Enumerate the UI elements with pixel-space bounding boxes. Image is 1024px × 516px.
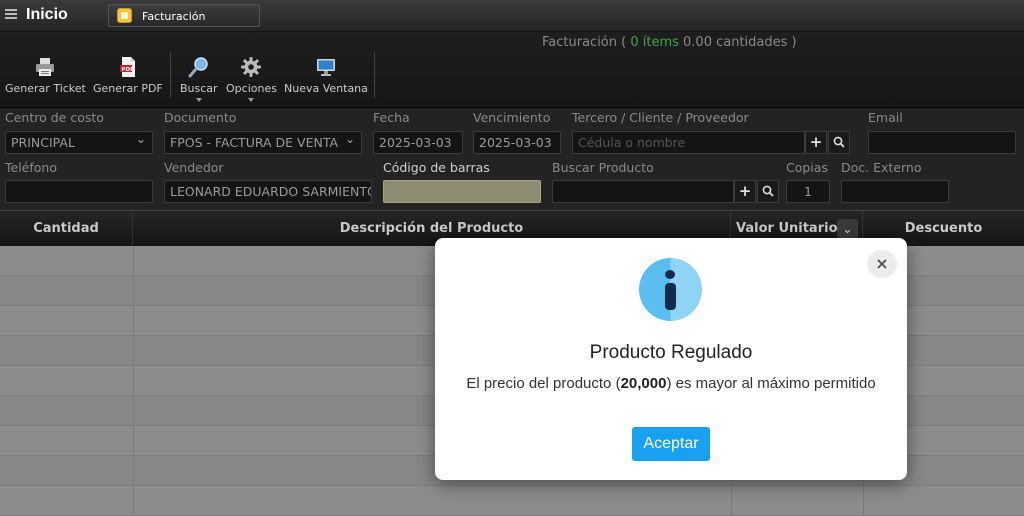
search-label: Buscar bbox=[180, 82, 218, 95]
new-window-button[interactable]: Nueva Ventana bbox=[284, 56, 368, 95]
accept-button[interactable]: Aceptar bbox=[632, 427, 710, 461]
chevron-down-icon bbox=[248, 98, 255, 102]
home-title[interactable]: Inicio bbox=[26, 6, 68, 24]
cost-center-select[interactable]: PRINCIPAL bbox=[5, 131, 153, 154]
phone-field[interactable] bbox=[5, 180, 153, 203]
tab-facturacion[interactable]: Facturación bbox=[108, 4, 260, 27]
monitor-icon bbox=[316, 59, 335, 76]
new-window-label: Nueva Ventana bbox=[284, 82, 368, 95]
product-search-label: Buscar Producto bbox=[552, 160, 654, 175]
seller-label: Vendedor bbox=[164, 160, 224, 175]
tab-label: Facturación bbox=[142, 10, 206, 23]
cost-center-label: Centro de costo bbox=[5, 110, 104, 125]
generate-pdf-button[interactable]: PDF Generar PDF bbox=[93, 56, 163, 95]
svg-text:PDF: PDF bbox=[121, 67, 134, 73]
dialog-message: El precio del producto (20,000) es mayor… bbox=[435, 375, 907, 392]
search-icon bbox=[762, 185, 774, 197]
top-bar: Inicio Facturación bbox=[0, 0, 1024, 32]
document-label: Documento bbox=[164, 110, 237, 125]
phone-label: Teléfono bbox=[5, 160, 57, 175]
table-row[interactable] bbox=[0, 486, 1024, 516]
add-third-party-button[interactable]: + bbox=[805, 131, 827, 154]
gear-icon bbox=[241, 57, 262, 77]
product-search-input[interactable] bbox=[552, 180, 734, 203]
magnifier-icon bbox=[188, 57, 208, 78]
info-icon bbox=[639, 258, 702, 321]
alert-dialog: × Producto Regulado El precio del produc… bbox=[435, 238, 907, 480]
toolbar-divider bbox=[170, 52, 171, 98]
external-doc-label: Doc. Externo bbox=[841, 160, 922, 175]
due-date-label: Vencimiento bbox=[473, 110, 551, 125]
column-divider bbox=[133, 246, 134, 515]
column-quantity[interactable]: Cantidad bbox=[0, 211, 133, 247]
document-select[interactable]: FPOS - FACTURA DE VENTA bbox=[164, 131, 362, 154]
third-party-input[interactable]: Cédula o nombre bbox=[572, 131, 805, 154]
menu-icon[interactable] bbox=[5, 9, 17, 21]
toolbar-divider bbox=[374, 52, 375, 98]
search-third-party-button[interactable] bbox=[828, 131, 850, 154]
search-product-button[interactable] bbox=[757, 180, 779, 203]
date-field[interactable]: 2025-03-03 bbox=[373, 131, 463, 154]
email-label: Email bbox=[868, 110, 903, 125]
seller-field[interactable]: LEONARD EDUARDO SARMIENTO bbox=[164, 180, 372, 203]
pdf-icon: PDF bbox=[119, 57, 135, 77]
date-label: Fecha bbox=[373, 110, 410, 125]
printer-icon bbox=[36, 58, 55, 76]
summary-prefix: Facturación ( bbox=[542, 35, 631, 50]
copies-label: Copias bbox=[786, 160, 828, 175]
close-icon[interactable]: × bbox=[867, 250, 897, 278]
summary-items: 0 ítems bbox=[630, 35, 679, 50]
copies-field[interactable]: 1 bbox=[786, 180, 830, 203]
toolbar: Facturación ( 0 ítems 0.00 cantidades ) … bbox=[0, 32, 1024, 108]
generate-pdf-label: Generar PDF bbox=[93, 82, 163, 95]
invoice-summary: Facturación ( 0 ítems 0.00 cantidades ) bbox=[542, 35, 797, 50]
chevron-down-icon[interactable]: ⌄ bbox=[837, 219, 858, 239]
price-value: 20,000 bbox=[620, 375, 667, 392]
due-date-field[interactable]: 2025-03-03 bbox=[473, 131, 561, 154]
add-product-button[interactable]: + bbox=[734, 180, 756, 203]
invoice-icon bbox=[117, 8, 132, 23]
generate-ticket-button[interactable]: Generar Ticket bbox=[5, 56, 86, 95]
message-suffix: ) es mayor al máximo permitido bbox=[666, 375, 876, 392]
message-prefix: El precio del producto ( bbox=[466, 375, 621, 392]
invoice-form: Centro de costo PRINCIPAL Documento FPOS… bbox=[0, 108, 1024, 210]
column-unit-value-label: Valor Unitario bbox=[736, 221, 838, 236]
barcode-input[interactable] bbox=[383, 180, 541, 203]
summary-suffix: 0.00 cantidades ) bbox=[678, 35, 797, 50]
third-party-label: Tercero / Cliente / Proveedor bbox=[572, 110, 749, 125]
email-field[interactable] bbox=[868, 131, 1016, 154]
barcode-label: Código de barras bbox=[383, 160, 490, 175]
options-label: Opciones bbox=[226, 82, 277, 95]
external-doc-field[interactable] bbox=[841, 180, 949, 203]
chevron-down-icon bbox=[195, 98, 202, 102]
dialog-title: Producto Regulado bbox=[589, 342, 753, 363]
search-button[interactable]: Buscar bbox=[180, 56, 218, 102]
search-icon bbox=[833, 136, 845, 148]
options-button[interactable]: Opciones bbox=[226, 56, 277, 102]
generate-ticket-label: Generar Ticket bbox=[5, 82, 86, 95]
